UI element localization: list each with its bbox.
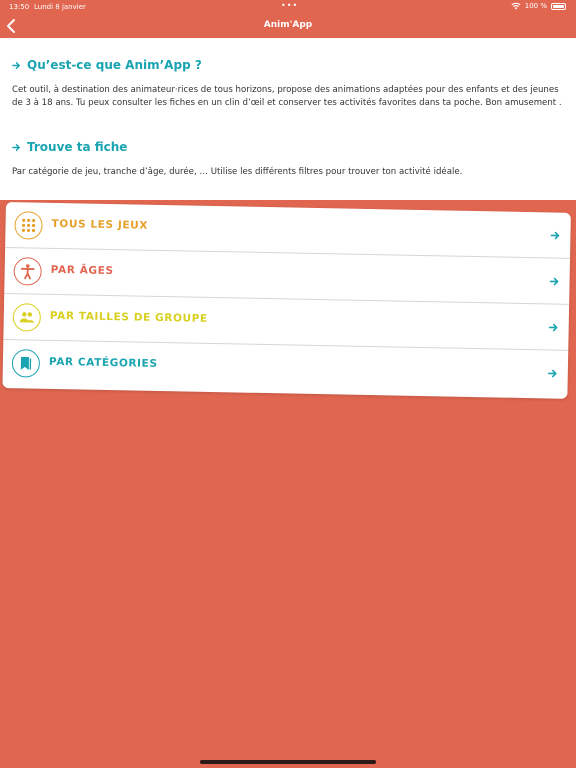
group-icon bbox=[12, 303, 42, 332]
arrow-right-icon bbox=[549, 277, 559, 286]
arrow-right-icon bbox=[12, 61, 20, 69]
battery-icon bbox=[551, 2, 566, 10]
filter-menu: TOUS LES JEUX PAR ÂGES PAR TAILLES DE GR… bbox=[2, 202, 571, 399]
find-text: Par catégorie de jeu, tranche d’âge, dur… bbox=[12, 167, 463, 177]
menu-item-label: PAR ÂGES bbox=[50, 263, 114, 278]
battery-percent: 100 % bbox=[524, 2, 547, 10]
multitasking-dots[interactable]: ••• bbox=[281, 1, 298, 10]
status-right: 100 % bbox=[511, 2, 566, 10]
menu-item-by-category[interactable]: PAR CATÉGORIES bbox=[2, 340, 568, 397]
status-time: 13:50 bbox=[9, 3, 30, 11]
grid-icon bbox=[14, 211, 43, 240]
bookmark-icon bbox=[11, 349, 41, 378]
intro-title: Qu’est-ce que Anim’App ? bbox=[27, 58, 202, 72]
person-icon bbox=[13, 257, 42, 286]
find-title: Trouve ta fiche bbox=[27, 140, 128, 154]
arrow-right-icon bbox=[548, 323, 558, 332]
navigation-bar: Anim'App bbox=[0, 14, 576, 38]
arrow-right-icon bbox=[548, 369, 557, 378]
info-panel: Qu’est-ce que Anim’App ? Cet outil, à de… bbox=[0, 38, 576, 200]
page-title: Anim'App bbox=[263, 20, 313, 30]
find-heading: Trouve ta fiche bbox=[12, 140, 127, 154]
menu-item-label: PAR CATÉGORIES bbox=[48, 355, 158, 370]
intro-heading: Qu’est-ce que Anim’App ? bbox=[12, 58, 202, 72]
home-indicator[interactable] bbox=[200, 760, 376, 764]
arrow-right-icon bbox=[12, 143, 20, 151]
intro-text: Cet outil, à destination des animateur·r… bbox=[12, 85, 562, 108]
menu-item-label: TOUS LES JEUX bbox=[51, 217, 149, 232]
wifi-icon bbox=[511, 2, 521, 10]
arrow-right-icon bbox=[550, 231, 560, 240]
status-bar: 13:50 Lundi 8 janvier ••• 100 % bbox=[0, 0, 576, 14]
menu-item-label: PAR TAILLES DE GROUPE bbox=[49, 309, 208, 325]
status-date: Lundi 8 janvier bbox=[34, 3, 86, 11]
